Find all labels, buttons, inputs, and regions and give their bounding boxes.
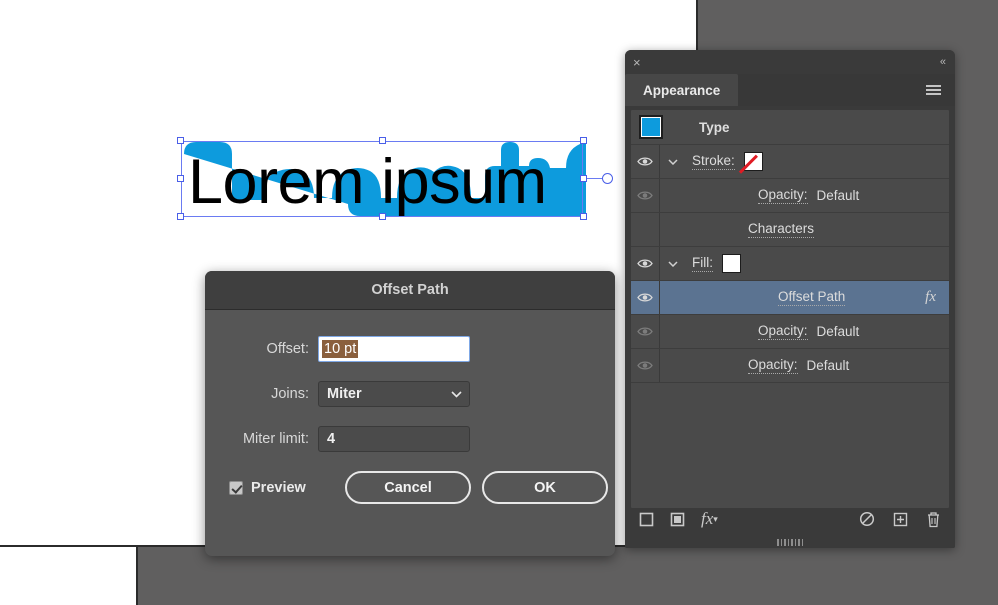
ok-button[interactable]: OK [482,471,608,504]
type-row-label: Type [699,119,730,135]
row-divider [659,349,660,382]
appearance-row-value: Default [816,188,860,203]
appearance-row-opacity[interactable]: Opacity: Default [631,179,949,213]
rotation-handle-line [587,178,602,179]
miter-limit-field-row: Miter limit: 4 [205,426,615,452]
visibility-toggle-icon[interactable] [631,156,659,167]
preview-label: Preview [251,479,306,496]
selection-handle-bottom-left[interactable] [177,213,184,220]
offset-field-label: Offset: [266,341,309,357]
appearance-row-stroke[interactable]: Stroke: [631,145,949,179]
selection-handle-bottom-right[interactable] [580,213,587,220]
add-new-stroke-button[interactable] [639,512,654,527]
miter-limit-label: Miter limit: [242,431,309,447]
row-content: Stroke: [686,152,949,171]
offset-input-value: 10 pt [322,340,359,358]
stroke-color-swatch[interactable] [743,152,763,171]
row-content: Offset Path [686,289,925,306]
selection-handle-top-right[interactable] [580,137,587,144]
row-content: Opacity: Default [686,323,949,340]
joins-select-value: Miter [327,386,362,402]
miter-limit-input[interactable]: 4 [318,426,470,452]
close-icon[interactable]: × [633,56,641,69]
row-divider [659,315,660,348]
visibility-toggle-icon[interactable] [631,258,659,269]
dialog-buttons-row: Preview Cancel OK [205,471,615,504]
row-content: Opacity: Default [686,187,949,204]
collapse-panel-icon[interactable]: « [940,56,946,68]
delete-item-button[interactable] [926,511,941,528]
preview-checkbox[interactable] [229,480,243,495]
dialog-body: Offset: 10 pt Joins: Miter Miter limit: … [205,310,615,504]
joins-field-row: Joins: Miter [205,381,615,407]
appearance-row-label: Opacity: [758,323,808,340]
appearance-row-characters[interactable]: Characters [631,213,949,247]
chevron-down-icon[interactable] [660,158,686,165]
offset-field-row: Offset: 10 pt [205,336,615,362]
appearance-row-opacity[interactable]: Opacity: Default [631,315,949,349]
add-new-effect-button[interactable]: fx ▾ [701,509,718,529]
chevron-down-icon[interactable] [660,260,686,267]
appearance-row-fill[interactable]: Fill: [631,247,949,281]
selection-bounding-box [177,137,613,220]
hamburger-menu-icon [926,83,941,97]
joins-field-label: Joins: [271,386,309,402]
rotation-handle-knob[interactable] [602,173,613,184]
appearance-row-type[interactable]: Type [631,110,949,145]
preview-checkbox-group[interactable]: Preview [229,480,345,496]
appearance-row-value: Default [816,324,860,339]
selection-handle-top-left[interactable] [177,137,184,144]
panel-bottom-toolbar: fx ▾ [625,504,955,534]
panel-topbar: × « [625,50,955,74]
appearance-row-label: Offset Path [778,289,846,306]
appearance-row-label: Characters [748,221,815,238]
selection-outline [181,141,583,217]
appearance-row-label: Opacity: [758,187,808,204]
selection-handle-bottom-center[interactable] [379,213,386,220]
appearance-items-list[interactable]: Type Stroke: Opacity: Default Characters Fil… [630,109,950,509]
visibility-toggle-icon[interactable] [631,292,659,303]
add-new-fill-button[interactable] [670,512,685,527]
duplicate-item-button[interactable] [893,512,908,527]
chevron-down-icon [451,390,462,398]
appearance-row-label: Opacity: [748,357,798,374]
selection-handle-middle-left[interactable] [177,175,184,182]
appearance-row-label: Stroke: [692,153,735,170]
panel-tabbar: Appearance [625,74,955,106]
joins-select[interactable]: Miter [318,381,470,407]
cancel-button[interactable]: Cancel [345,471,471,504]
row-divider [659,179,660,212]
panel-menu-button[interactable] [926,74,955,106]
selection-handle-middle-right[interactable] [580,175,587,182]
appearance-row-value: Default [806,358,850,373]
panel-resize-grip[interactable] [625,536,955,548]
type-thumbnail-swatch[interactable] [639,115,663,139]
row-content: Characters [686,221,949,238]
dialog-titlebar[interactable]: Offset Path [205,271,615,310]
row-divider [659,281,660,314]
offset-input[interactable]: 10 pt [318,336,470,362]
row-content: Fill: [686,254,949,273]
fill-color-swatch[interactable] [722,254,741,273]
row-divider [659,213,660,246]
selection-handle-top-center[interactable] [379,137,386,144]
appearance-row-offsetpath[interactable]: Offset Path fx [631,281,949,315]
visibility-toggle-icon[interactable] [631,190,659,201]
miter-limit-value: 4 [327,431,336,447]
fx-icon[interactable]: fx [925,289,949,306]
artboard-lower-section [0,547,138,605]
appearance-row-label: Fill: [692,255,713,272]
dialog-title: Offset Path [371,282,449,298]
appearance-row-opacity[interactable]: Opacity: Default [631,349,949,383]
row-content: Opacity: Default [686,357,949,374]
visibility-toggle-icon[interactable] [631,326,659,337]
appearance-panel[interactable]: × « Appearance Type Stroke: Opacity: Defau… [625,50,955,548]
tab-appearance[interactable]: Appearance [625,74,739,106]
visibility-toggle-icon[interactable] [631,360,659,371]
offset-path-dialog[interactable]: Offset Path Offset: 10 pt Joins: Miter M… [205,271,615,556]
clear-appearance-button[interactable] [859,511,875,527]
